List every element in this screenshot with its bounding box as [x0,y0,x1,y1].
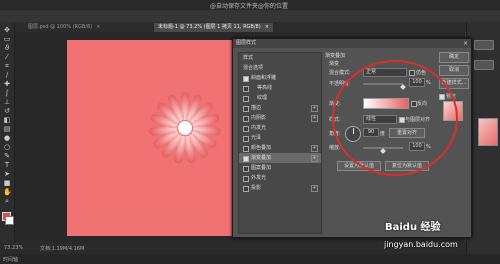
plus-icon[interactable]: + [311,155,318,162]
gradient-icon[interactable]: ▤ [3,125,11,133]
hand-icon[interactable]: ✋ [3,188,12,196]
list-header-styles[interactable]: 样式 [239,53,321,63]
style-item-satin[interactable]: 光泽 [239,133,321,143]
style-item-bevel[interactable]: 斜面和浮雕 [239,73,321,83]
timeline-label[interactable]: 时间轴 [3,256,18,263]
dodge-icon[interactable]: ○ [3,143,11,151]
watermark-brand: Baidu 经验 [385,222,441,233]
list-item-label: 内发光 [251,125,267,131]
close-icon[interactable]: × [265,24,269,30]
checkbox[interactable] [243,146,249,152]
checkbox[interactable] [243,136,249,142]
style-item-texture[interactable]: 纹理 [239,93,321,103]
style-item-drop-shadow[interactable]: 投影 + [239,183,321,193]
style-item-inner-shadow[interactable]: 内阴影 + [239,113,321,123]
dialog-title-bar: 图层样式 × [233,39,471,48]
panel-cancel-shadow-button[interactable] [474,60,494,70]
blend-mode-label: 混合模式: [329,70,351,76]
subsection-title: 渐变 [329,61,340,67]
checkbox[interactable] [243,176,249,182]
document-tabs: 图层.psd @ 100% (RGB/8) × 未标题-1 @ 73.2% (图层… [14,22,500,32]
checkbox[interactable] [243,116,249,122]
type-icon[interactable]: T [3,161,11,169]
crop-icon[interactable]: ⌗ [3,62,11,70]
list-item-label: 内阴影 [251,115,267,121]
ok-button[interactable]: 确定 [439,52,469,63]
eyedropper-icon[interactable]: ∕ [3,71,11,79]
checkbox[interactable] [243,106,249,112]
list-header-blending[interactable]: 混合选项 [239,63,321,73]
plus-icon[interactable]: + [311,115,318,122]
list-item-label: 渐变叠加 [251,155,272,161]
checkbox[interactable] [243,166,249,172]
eraser-icon[interactable]: ◧ [3,116,11,124]
checkbox[interactable] [243,186,249,192]
gradient-preview-swatch [478,118,498,146]
tab-document-1[interactable]: 图层.psd @ 100% (RGB/8) × [24,23,104,32]
lasso-icon[interactable]: ϑ [3,44,11,52]
flower-center [178,121,192,135]
list-item-label: 样式 [243,55,254,61]
tab-label: 图层.psd @ 100% (RGB/8) [28,24,93,30]
marquee-icon[interactable]: ▭ [3,35,11,43]
list-item-label: 图案叠加 [251,165,272,171]
list-item-label: 纹理 [257,95,268,101]
heal-icon[interactable]: ✚ [3,80,11,88]
checkbox[interactable] [243,156,249,162]
plus-icon[interactable]: + [311,105,318,112]
tab-document-2[interactable]: 未标题-1 @ 73.2% (图层 1 拷贝 11, RGB/8) × [154,23,273,32]
style-item-stroke[interactable]: 描边 + [239,103,321,113]
move-icon[interactable]: ✥ [3,26,11,34]
dialog-title: 图层样式 [236,40,257,46]
window-title: @自动保存文件夹@你的位置 [210,3,289,10]
checkbox[interactable] [243,86,249,92]
plus-icon[interactable]: + [311,145,318,152]
checkbox[interactable] [243,96,249,102]
style-list: 样式 混合选项 斜面和浮雕 等高线 纹理 描边 + 内阴影 + 内发光 光泽 颜色叠… [238,52,322,234]
flower-artwork [149,92,221,164]
close-icon[interactable]: × [96,24,100,30]
tab-label: 未标题-1 @ 73.2% (图层 1 拷贝 11, RGB/8) [158,24,261,30]
stamp-icon[interactable]: ⊥ [3,98,11,106]
cancel-button[interactable]: 取消 [439,65,469,76]
panel-ok-shadow-button[interactable] [474,40,494,50]
list-item-label: 投影 [251,185,262,191]
style-item-outer-glow[interactable]: 外发光 [239,173,321,183]
path-icon[interactable]: ➤ [3,170,11,178]
watermark-url: jingyan.baidu.com [384,240,458,249]
shape-icon[interactable]: ■ [3,179,11,187]
close-icon[interactable]: × [463,39,468,48]
menu-bar: @自动保存文件夹@你的位置 [0,0,500,10]
style-item-contour[interactable]: 等高线 [239,83,321,93]
annotation-ellipse [332,60,458,176]
style-item-pattern-overlay[interactable]: 图案叠加 [239,163,321,173]
brush-icon[interactable]: ∫ [3,89,11,97]
blur-icon[interactable]: ● [3,134,11,142]
list-item-label: 描边 [251,105,262,111]
list-item-label: 光泽 [251,135,262,141]
section-title: 渐变叠加 [325,53,346,59]
list-item-label: 颜色叠加 [251,145,272,151]
wand-icon[interactable]: ⁄ [3,53,11,61]
list-item-label: 混合选项 [243,65,264,71]
doc-size: 文档:1.19M/4.16M [40,246,85,252]
list-item-label: 斜面和浮雕 [251,75,277,81]
history-icon[interactable]: ↺ [3,107,11,115]
tool-bar: ✥ ▭ ϑ ⁄ ⌗ ∕ ✚ ∫ ⊥ ↺ ◧ ▤ ● ○ ✎ T ➤ ■ ✋ ⌕ [0,22,15,254]
style-item-inner-glow[interactable]: 内发光 [239,123,321,133]
plus-icon[interactable]: + [311,185,318,192]
zoom-icon[interactable]: ⌕ [3,197,11,205]
style-item-gradient-overlay[interactable]: 渐变叠加 + [239,153,321,163]
pen-icon[interactable]: ✎ [3,152,11,160]
zoom-level: 73.23% [4,245,24,251]
checkbox[interactable] [243,76,249,82]
list-item-label: 等高线 [257,85,273,91]
bottom-bar: 时间轴 [0,254,500,264]
list-item-label: 外发光 [251,175,267,181]
background-color-swatch[interactable] [5,216,14,225]
style-item-color-overlay[interactable]: 颜色叠加 + [239,143,321,153]
checkbox[interactable] [243,126,249,132]
